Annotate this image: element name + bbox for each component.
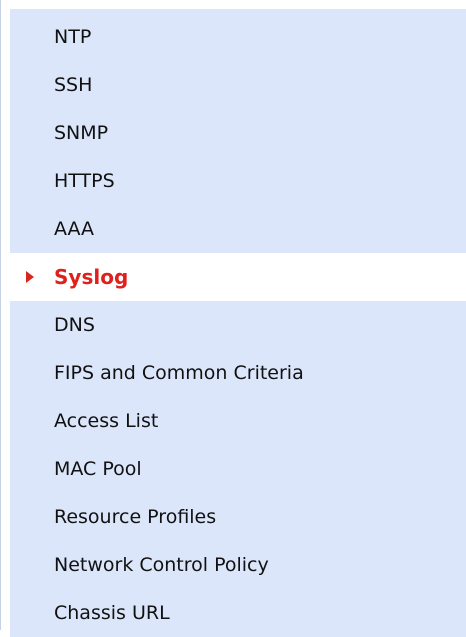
- nav-item-label: Resource Profiles: [54, 506, 217, 528]
- nav-item-label: NTP: [54, 26, 92, 48]
- nav-item-label: HTTPS: [54, 170, 115, 192]
- nav-item-label: SNMP: [54, 122, 109, 144]
- nav-item-access-list[interactable]: Access List: [10, 397, 466, 445]
- nav-item-label: Syslog: [54, 265, 129, 289]
- nav-item-ssh[interactable]: SSH: [10, 61, 466, 109]
- nav-item-ntp[interactable]: NTP: [10, 9, 466, 61]
- nav-item-network-control-policy[interactable]: Network Control Policy: [10, 541, 466, 589]
- nav-item-resource-profiles[interactable]: Resource Profiles: [10, 493, 466, 541]
- caret-right-icon: [26, 271, 34, 283]
- nav-item-label: AAA: [54, 218, 95, 240]
- nav-item-https[interactable]: HTTPS: [10, 157, 466, 205]
- nav-item-label: MAC Pool: [54, 458, 142, 480]
- nav-item-label: Access List: [54, 410, 159, 432]
- settings-nav-list: NTP SSH SNMP HTTPS AAA Syslog DNS FIPS a…: [10, 9, 466, 637]
- settings-nav-panel: NTP SSH SNMP HTTPS AAA Syslog DNS FIPS a…: [0, 0, 466, 637]
- nav-item-dns[interactable]: DNS: [10, 301, 466, 349]
- nav-item-label: FIPS and Common Criteria: [54, 362, 304, 384]
- nav-item-mac-pool[interactable]: MAC Pool: [10, 445, 466, 493]
- nav-item-syslog[interactable]: Syslog: [10, 253, 466, 301]
- nav-item-snmp[interactable]: SNMP: [10, 109, 466, 157]
- nav-item-aaa[interactable]: AAA: [10, 205, 466, 253]
- nav-item-fips-common-criteria[interactable]: FIPS and Common Criteria: [10, 349, 466, 397]
- nav-item-label: SSH: [54, 74, 93, 96]
- nav-item-label: DNS: [54, 314, 95, 336]
- nav-item-label: Network Control Policy: [54, 554, 269, 576]
